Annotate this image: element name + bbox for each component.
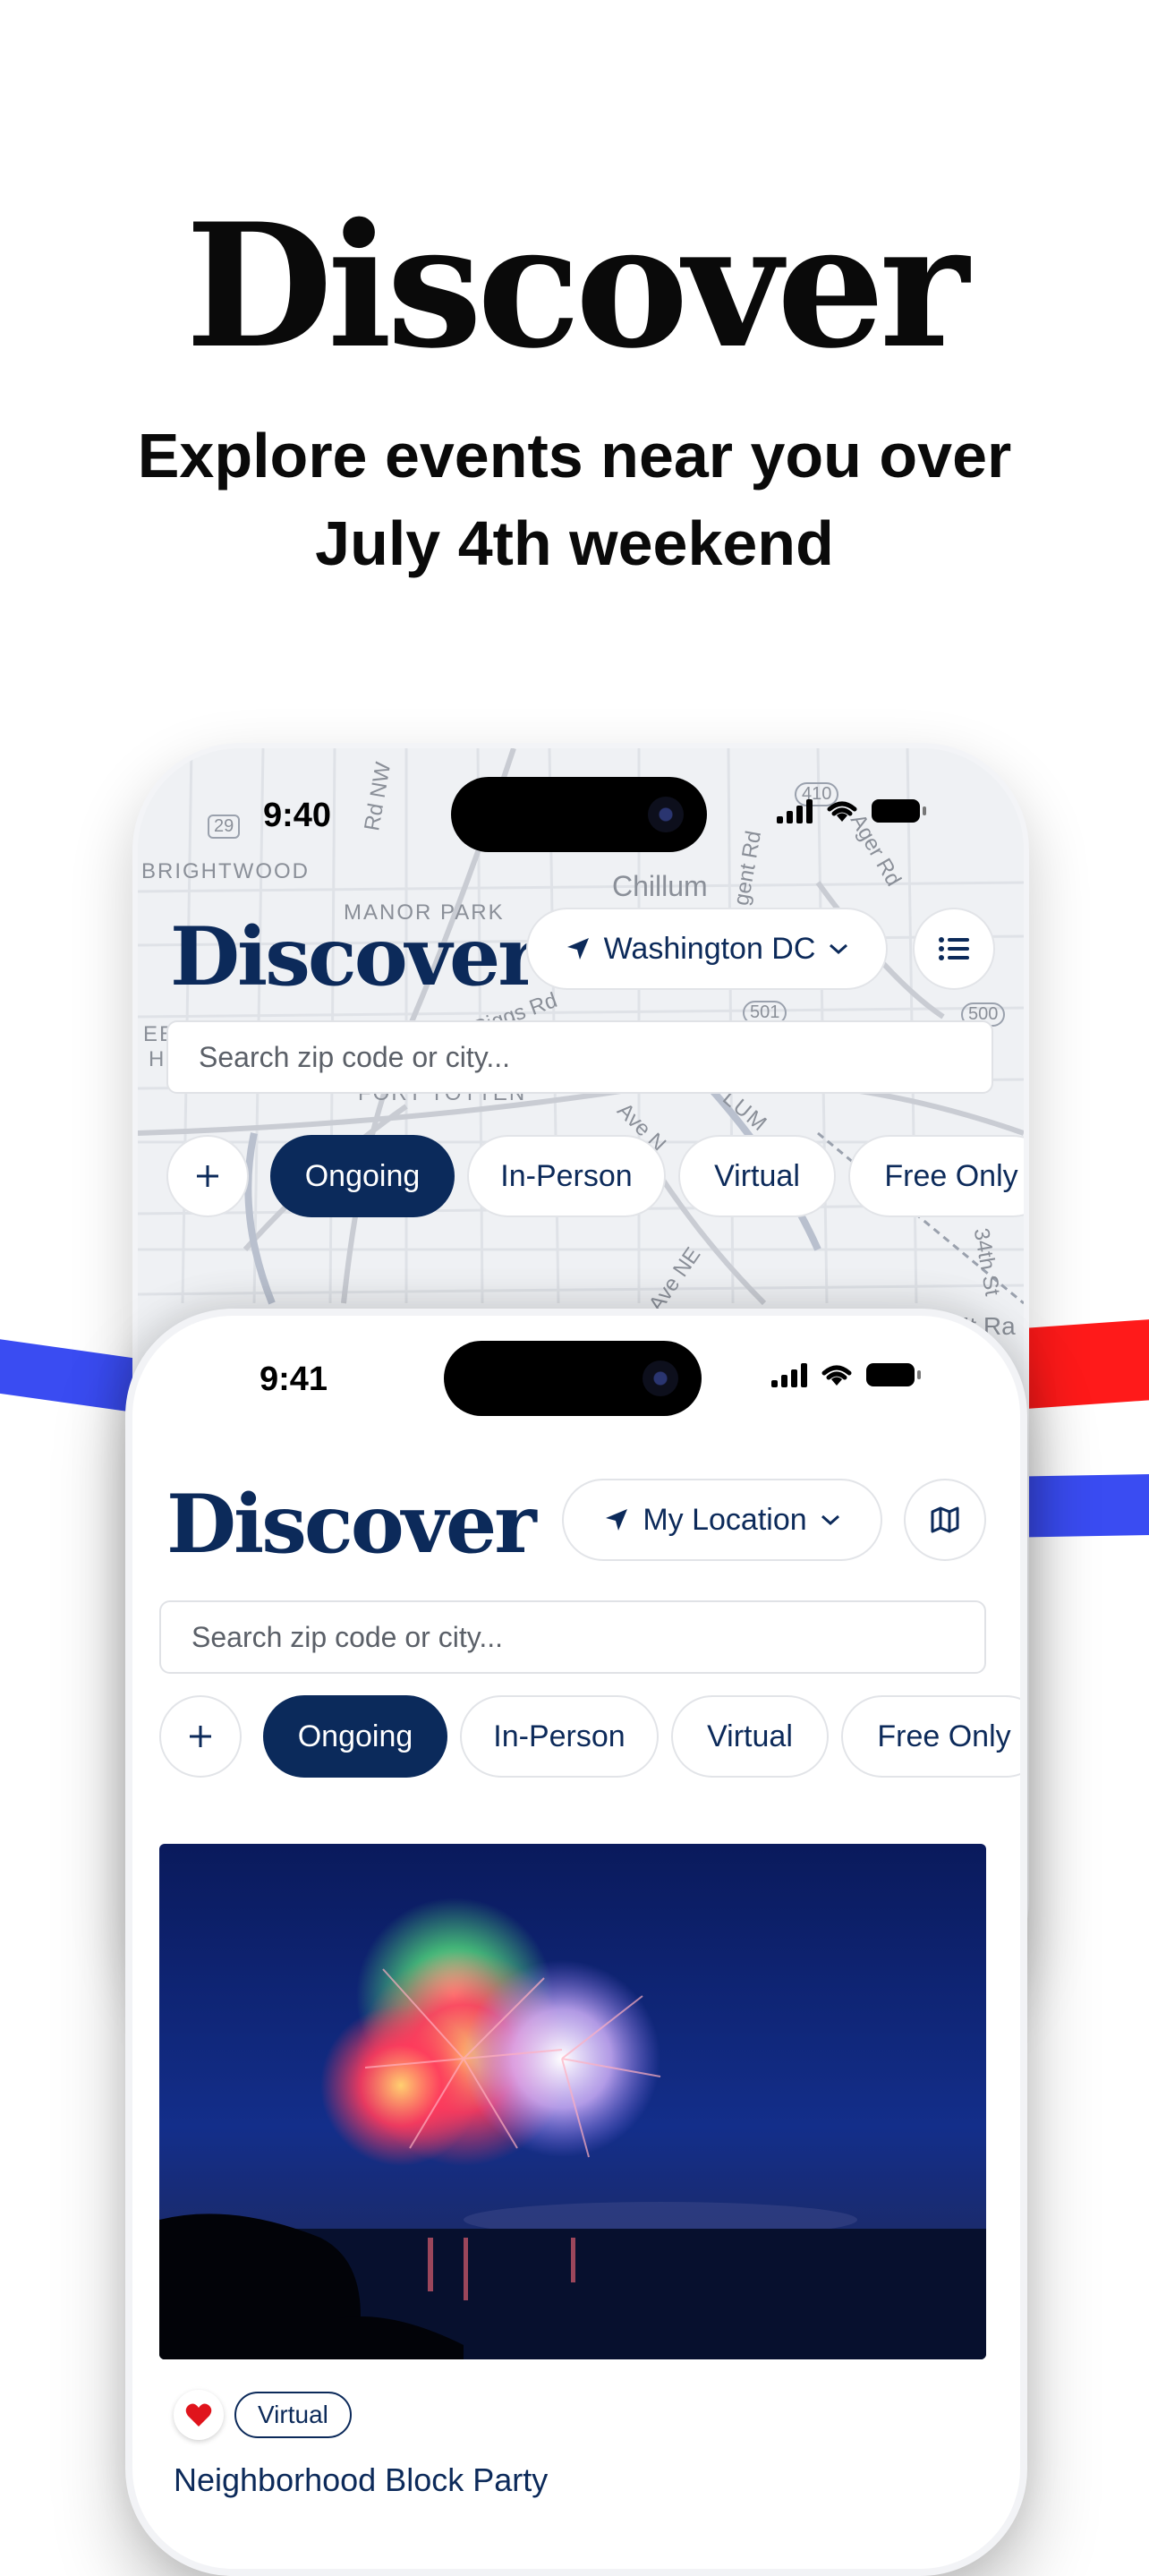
list-icon	[939, 937, 969, 960]
decorative-ribbon-blue-right	[1010, 1473, 1149, 1538]
camera-icon	[643, 1361, 678, 1396]
app-title: Discover	[170, 909, 540, 1004]
dynamic-island	[451, 777, 707, 852]
filter-chip-in-person[interactable]: In-Person	[460, 1695, 659, 1778]
filter-chip-in-person[interactable]: In-Person	[467, 1135, 666, 1217]
location-label: Washington DC	[603, 931, 816, 966]
map-label-h: H	[149, 1047, 166, 1071]
status-icons	[771, 1362, 921, 1387]
navigation-arrow-icon	[606, 1509, 628, 1531]
filter-chip-free-only[interactable]: Free Only	[848, 1135, 1024, 1217]
filter-chip-virtual[interactable]: Virtual	[678, 1135, 836, 1217]
search-input[interactable]: Search zip code or city...	[166, 1020, 993, 1094]
decorative-ribbon-blue-left	[0, 1335, 147, 1413]
cellular-signal-icon	[771, 1362, 807, 1387]
fireworks-photo	[159, 1844, 986, 2359]
event-type-badge: Virtual	[234, 2392, 352, 2438]
decorative-ribbon-red-right	[1009, 1317, 1149, 1410]
hero-subtitle-line-2: July 4th weekend	[315, 508, 834, 578]
app-title: Discover	[166, 1477, 537, 1572]
dynamic-island	[444, 1341, 702, 1416]
battery-icon	[866, 1363, 921, 1386]
chevron-down-icon	[821, 1514, 839, 1526]
hero-subtitle: Explore events near you over July 4th we…	[0, 412, 1149, 587]
location-selector[interactable]: Washington DC	[526, 908, 888, 990]
battery-icon	[872, 799, 926, 823]
hero-title: Discover	[185, 186, 969, 386]
heart-icon	[185, 2403, 212, 2427]
chevron-down-icon	[830, 943, 848, 955]
cellular-signal-icon	[777, 798, 813, 823]
add-filter-button[interactable]	[166, 1135, 249, 1217]
filter-chip-virtual[interactable]: Virtual	[671, 1695, 829, 1778]
status-time: 9:40	[263, 797, 332, 834]
wifi-icon	[821, 1365, 852, 1386]
wifi-icon	[827, 801, 857, 822]
camera-icon	[648, 797, 684, 832]
search-input[interactable]: Search zip code or city...	[159, 1600, 986, 1674]
filter-chip-ongoing[interactable]: Ongoing	[270, 1135, 455, 1217]
status-time: 9:41	[260, 1361, 328, 1398]
list-view-button[interactable]	[913, 908, 995, 990]
plus-icon	[190, 1726, 211, 1747]
event-title[interactable]: Neighborhood Block Party	[174, 2461, 548, 2499]
event-image-fireworks[interactable]	[159, 1844, 986, 2359]
navigation-arrow-icon	[566, 938, 589, 960]
location-selector[interactable]: My Location	[562, 1479, 882, 1561]
map-icon	[931, 1506, 959, 1533]
front-phone-list-view: 9:41 Discover My Location Search zip cod…	[125, 1309, 1027, 2576]
map-view-button[interactable]	[904, 1479, 986, 1561]
favorite-button[interactable]	[174, 2390, 224, 2440]
filter-chip-ongoing[interactable]: Ongoing	[263, 1695, 447, 1778]
plus-icon	[197, 1165, 218, 1187]
hero-subtitle-line-1: Explore events near you over	[137, 421, 1012, 490]
map-label-chillum: Chillum	[612, 870, 708, 902]
add-filter-button[interactable]	[159, 1695, 242, 1778]
location-label: My Location	[643, 1502, 807, 1537]
map-label-route-29: 29	[208, 815, 241, 839]
map-label-brightwood: BRIGHTWOOD	[141, 859, 310, 883]
filter-chip-free-only[interactable]: Free Only	[841, 1695, 1020, 1778]
status-icons	[777, 798, 926, 823]
